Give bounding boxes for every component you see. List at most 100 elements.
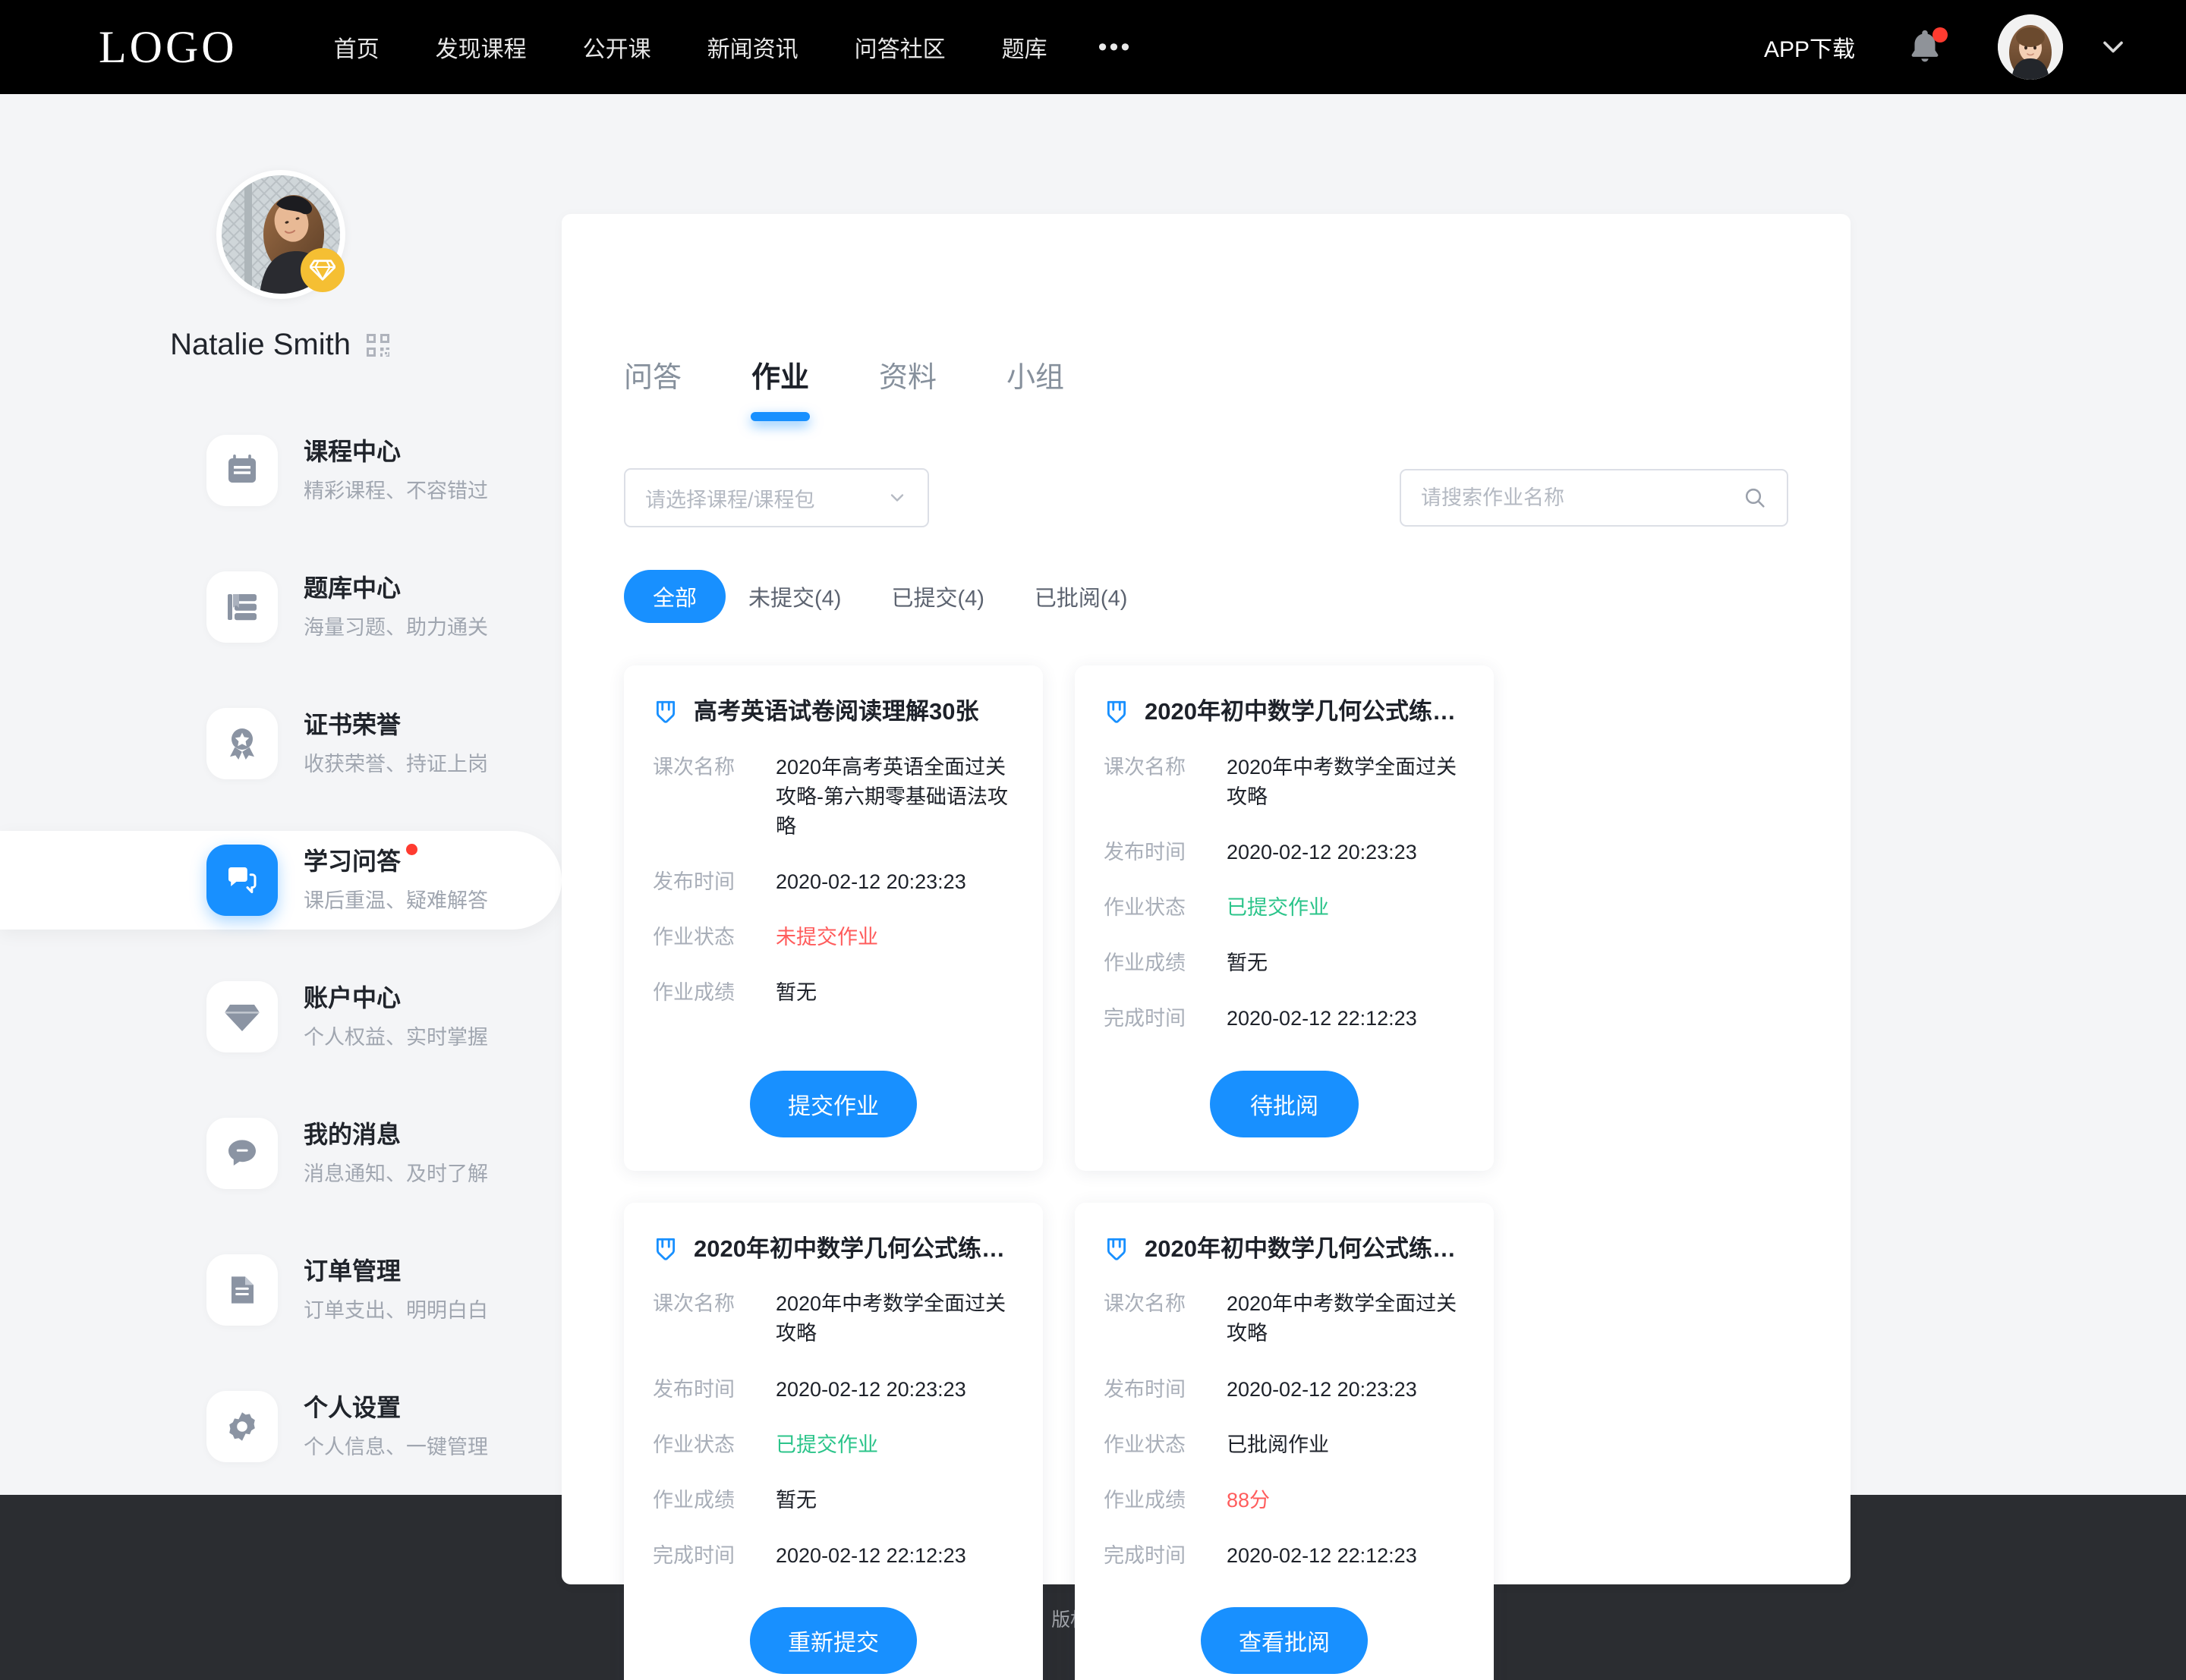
card-fields: 课次名称 2020年中考数学全面过关攻略 发布时间 2020-02-12 20:… <box>1104 1289 1465 1597</box>
diamond-icon <box>310 260 335 281</box>
card-header: 2020年初中数学几何公式练习作... <box>1104 1235 1465 1264</box>
sidebar-item-account-center[interactable]: 账户中心 个人权益、实时掌握 <box>0 967 562 1066</box>
field-label: 作业成绩 <box>1104 952 1186 975</box>
nav-item-opencourse[interactable]: 公开课 <box>555 30 679 64</box>
sidebar-item-personal-settings[interactable]: 个人设置 个人信息、一键管理 <box>0 1377 562 1476</box>
field-label: 完成时间 <box>1104 1007 1186 1030</box>
profile-avatar[interactable] <box>216 170 345 299</box>
field-label: 发布时间 <box>653 1377 735 1401</box>
course-select[interactable]: 请选择课程/课程包 <box>624 468 929 527</box>
homework-card[interactable]: 2020年初中数学几何公式练习作... 课次名称 2020年中考数学全面过关攻略… <box>1075 665 1494 1171</box>
chip-unsubmitted[interactable]: 未提交(4) <box>748 570 841 623</box>
status-badge: 已批阅作业 <box>1227 1433 1329 1456</box>
sidebar-item-my-messages[interactable]: 我的消息 消息通知、及时了解 <box>0 1104 562 1203</box>
site-logo[interactable]: LOGO <box>99 24 238 70</box>
homework-card[interactable]: 高考英语试卷阅读理解30张 课次名称 2020年高考英语全面过关攻略-第六期零基… <box>624 665 1043 1171</box>
field-value: 2020-02-12 20:23:23 <box>1227 1377 1417 1401</box>
sidebar-item-text: 课程中心 精彩课程、不容错过 <box>304 437 488 503</box>
sidebar-item-title: 我的消息 <box>304 1121 402 1149</box>
nav-item-questionbank[interactable]: 题库 <box>974 30 1076 64</box>
card-action-wrap: 提交作业 <box>653 1070 1014 1137</box>
field-label: 发布时间 <box>1104 841 1186 864</box>
sidebar-item-badge-dot <box>406 844 418 856</box>
homework-search-box[interactable] <box>1400 469 1788 527</box>
sidebar-item-text: 我的消息 消息通知、及时了解 <box>304 1120 488 1186</box>
field-label: 课次名称 <box>653 1292 735 1316</box>
sidebar-item-study-qa[interactable]: 学习问答 课后重温、疑难解答 <box>0 831 562 930</box>
sidebar-item-course-center[interactable]: 课程中心 精彩课程、不容错过 <box>0 421 562 520</box>
field-label: 作业状态 <box>653 926 735 949</box>
field-status: 作业状态 已批阅作业 <box>1104 1430 1465 1460</box>
sidebar-item-title-text: 学习问答 <box>304 848 402 876</box>
qr-code-icon[interactable] <box>364 332 392 359</box>
nav-more-icon[interactable]: ••• <box>1076 34 1155 60</box>
tab-homework[interactable]: 作业 <box>751 354 809 421</box>
document-icon <box>232 1276 254 1304</box>
shield-pen-icon <box>656 700 676 723</box>
card-action-wrap: 查看批阅 <box>1104 1607 1465 1675</box>
profile-block: Natalie Smith <box>0 170 562 362</box>
chip-reviewed[interactable]: 已批阅(4) <box>1035 570 1127 623</box>
nav-item-courses[interactable]: 发现课程 <box>408 30 555 64</box>
field-value: 2020年中考数学全面过关攻略 <box>1227 755 1457 808</box>
sidebar-item-question-bank[interactable]: 题库中心 海量习题、助力通关 <box>0 558 562 656</box>
field-value: 2020-02-12 20:23:23 <box>776 1377 966 1401</box>
search-icon[interactable] <box>1743 486 1767 510</box>
field-label: 作业状态 <box>653 1433 735 1456</box>
homework-card[interactable]: 2020年初中数学几何公式练习作... 课次名称 2020年中考数学全面过关攻略… <box>1075 1202 1494 1680</box>
sidebar-item-text: 订单管理 订单支出、明明白白 <box>304 1257 488 1323</box>
app-download-link[interactable]: APP下载 <box>1764 30 1855 64</box>
field-course-name: 课次名称 2020年高考英语全面过关攻略-第六期零基础语法攻略 <box>653 753 1014 842</box>
submit-homework-button[interactable]: 提交作业 <box>750 1070 917 1137</box>
sidebar-item-title: 个人设置 <box>304 1394 402 1422</box>
pending-review-button[interactable]: 待批阅 <box>1210 1070 1359 1137</box>
field-value: 暂无 <box>1227 952 1268 975</box>
shield-pen-icon <box>1107 1238 1126 1260</box>
nav-item-news[interactable]: 新闻资讯 <box>679 30 827 64</box>
sidebar-item-order-management[interactable]: 订单管理 订单支出、明明白白 <box>0 1241 562 1339</box>
nav-item-community[interactable]: 问答社区 <box>827 30 974 64</box>
tab-groups[interactable]: 小组 <box>1006 354 1064 421</box>
field-label: 作业状态 <box>1104 1433 1186 1456</box>
view-review-button[interactable]: 查看批阅 <box>1201 1607 1368 1675</box>
chip-submitted[interactable]: 已提交(4) <box>891 570 984 623</box>
card-header: 高考英语试卷阅读理解30张 <box>653 697 1014 727</box>
tab-qa[interactable]: 问答 <box>624 354 682 421</box>
card-fields: 课次名称 2020年中考数学全面过关攻略 发布时间 2020-02-12 20:… <box>653 1289 1014 1597</box>
card-action-wrap: 重新提交 <box>653 1607 1014 1675</box>
card-fields: 课次名称 2020年高考英语全面过关攻略-第六期零基础语法攻略 发布时间 202… <box>653 753 1014 1060</box>
top-navigation-bar: LOGO 首页 发现课程 公开课 新闻资讯 问答社区 题库 ••• APP下载 <box>0 0 2186 94</box>
sidebar-item-text: 学习问答 课后重温、疑难解答 <box>304 844 488 913</box>
field-value: 2020-02-12 22:12:23 <box>776 1544 966 1568</box>
chip-all[interactable]: 全部 <box>624 570 726 623</box>
notification-badge-dot <box>1932 27 1948 42</box>
sidebar-icon-wrap <box>206 708 278 779</box>
notification-bell-button[interactable] <box>1904 26 1948 68</box>
header-right-group: APP下载 <box>1764 14 2130 80</box>
field-status: 作业状态 已提交作业 <box>653 1430 1014 1460</box>
sidebar-item-subtitle: 个人权益、实时掌握 <box>304 1025 488 1049</box>
sidebar-item-certificates[interactable]: 证书荣誉 收获荣誉、持证上岗 <box>0 694 562 793</box>
field-status: 作业状态 已提交作业 <box>1104 893 1465 923</box>
field-label: 作业成绩 <box>1104 1488 1186 1512</box>
tab-materials[interactable]: 资料 <box>879 354 937 421</box>
nav-item-home[interactable]: 首页 <box>306 30 408 64</box>
user-avatar-button[interactable] <box>1998 14 2063 80</box>
question-chat-icon <box>228 867 257 894</box>
sidebar-item-text: 个人设置 个人信息、一键管理 <box>304 1393 488 1459</box>
field-label: 发布时间 <box>1104 1377 1186 1401</box>
vip-badge <box>301 248 345 292</box>
field-score: 作业成绩 暂无 <box>653 978 1014 1008</box>
field-value: 2020-02-12 20:23:23 <box>776 870 966 894</box>
field-course-name: 课次名称 2020年中考数学全面过关攻略 <box>1104 753 1465 812</box>
card-title: 高考英语试卷阅读理解30张 <box>694 698 979 725</box>
homework-card[interactable]: 2020年初中数学几何公式练习作... 课次名称 2020年中考数学全面过关攻略… <box>624 1202 1043 1680</box>
card-title: 2020年初中数学几何公式练习作... <box>694 1235 1013 1262</box>
field-label: 课次名称 <box>653 755 735 779</box>
chevron-down-icon[interactable] <box>2096 30 2130 64</box>
field-score: 作业成绩 暂无 <box>1104 949 1465 978</box>
search-input[interactable] <box>1421 486 1743 510</box>
field-course-name: 课次名称 2020年中考数学全面过关攻略 <box>653 1289 1014 1348</box>
resubmit-button[interactable]: 重新提交 <box>750 1607 917 1675</box>
field-label: 课次名称 <box>1104 755 1186 779</box>
